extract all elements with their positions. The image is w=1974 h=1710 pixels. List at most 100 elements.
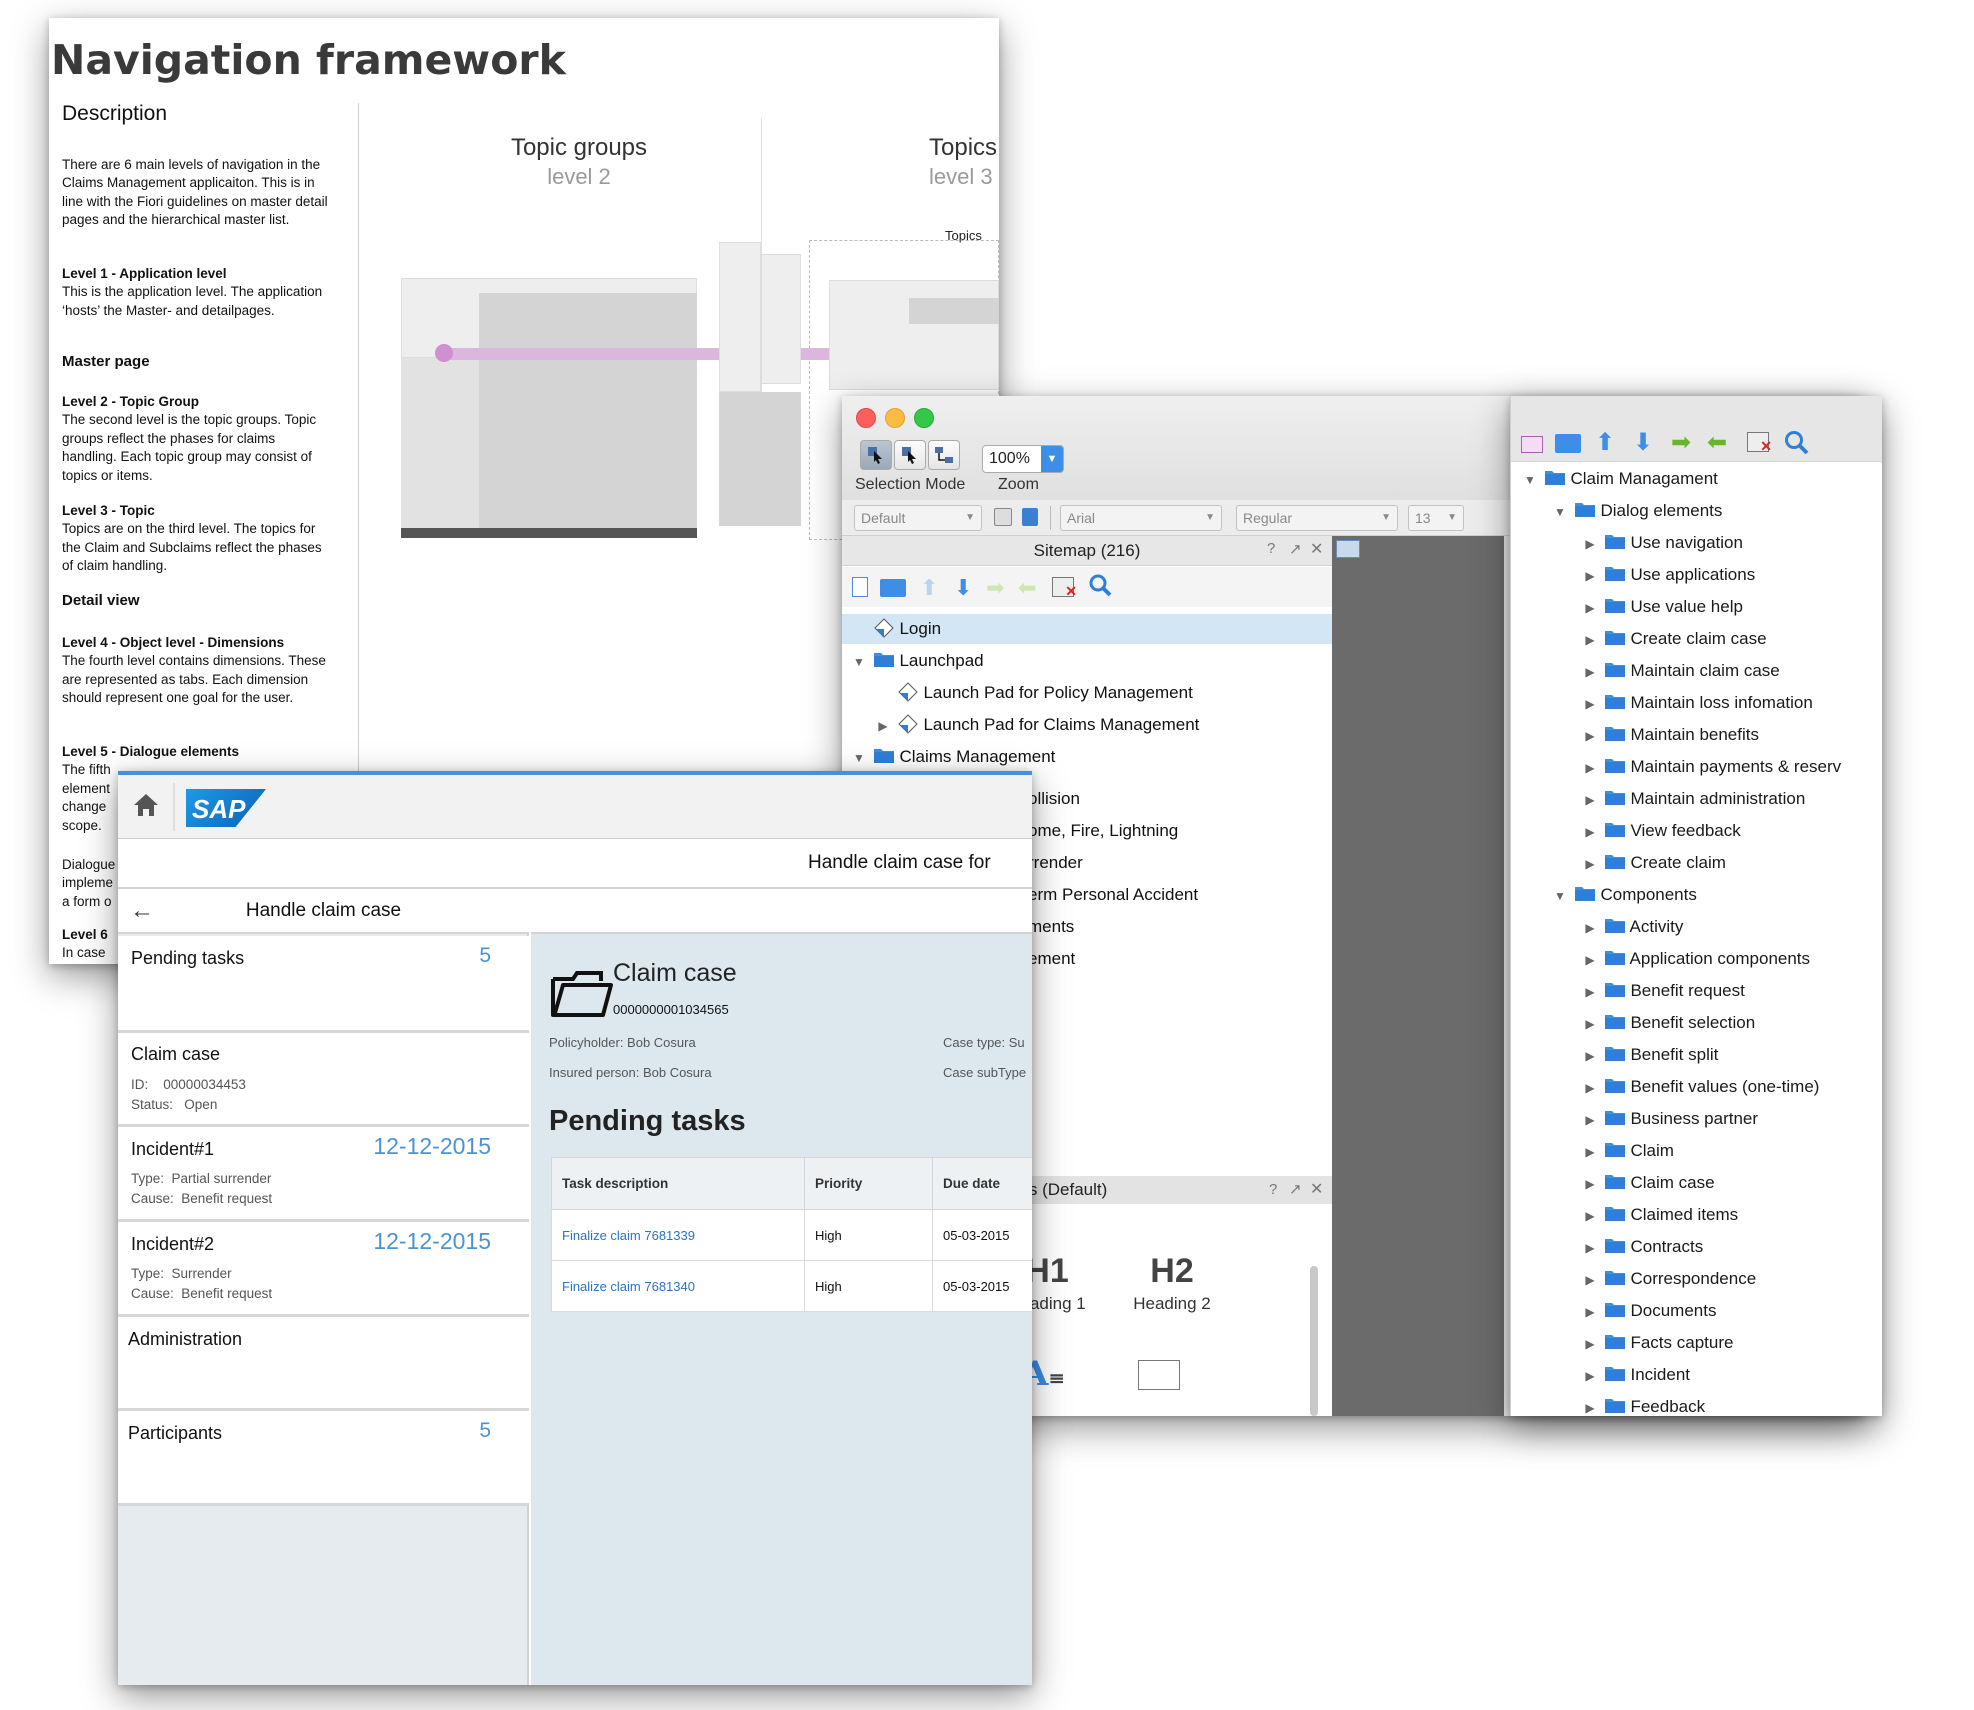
sap-logo[interactable]: SAP bbox=[186, 789, 266, 827]
select-intersected-button[interactable] bbox=[860, 440, 892, 470]
sitemap-item[interactable]: ement bbox=[1028, 944, 1075, 974]
canvas-area[interactable] bbox=[1332, 536, 1504, 1416]
expand-toggle-icon[interactable]: ▶ bbox=[874, 711, 892, 741]
zoom-select[interactable]: 100% ▼ bbox=[982, 445, 1064, 473]
expand-toggle-icon[interactable]: ▶ bbox=[1581, 1361, 1599, 1391]
tree-item[interactable]: ▶ Claimed items bbox=[1581, 1200, 1738, 1230]
sitemap-item[interactable]: ▶ Launch Pad for Claims Management bbox=[842, 710, 1332, 740]
tree-item[interactable]: ▶ Create claim bbox=[1581, 848, 1726, 878]
maximize-window-button[interactable] bbox=[914, 408, 934, 428]
connector-mode-button[interactable] bbox=[928, 440, 960, 470]
column-header[interactable]: Task description bbox=[551, 1157, 805, 1210]
expand-toggle-icon[interactable]: ▼ bbox=[850, 743, 868, 773]
sitemap-item[interactable]: Login bbox=[842, 614, 1332, 644]
expand-toggle-icon[interactable]: ▶ bbox=[1581, 1393, 1599, 1416]
add-folder-icon[interactable] bbox=[1555, 434, 1581, 453]
expand-toggle-icon[interactable]: ▶ bbox=[1581, 817, 1599, 847]
tree-item[interactable]: ▶ Activity bbox=[1581, 912, 1683, 942]
tree-item[interactable]: ▶ Correspondence bbox=[1581, 1264, 1756, 1294]
tree-item[interactable]: ▶ Maintain administration bbox=[1581, 784, 1805, 814]
close-icon[interactable]: ✕ bbox=[1310, 1176, 1323, 1204]
tree-item[interactable]: ▶ Maintain benefits bbox=[1581, 720, 1759, 750]
sitemap-item[interactable]: Launch Pad for Policy Management bbox=[842, 678, 1332, 708]
popout-icon[interactable]: ↗ bbox=[1289, 1176, 1302, 1204]
expand-toggle-icon[interactable]: ▶ bbox=[1581, 657, 1599, 687]
list-item-incident-1[interactable]: Incident#1 12-12-2015 Type: Partial surr… bbox=[118, 1127, 529, 1222]
expand-toggle-icon[interactable]: ▼ bbox=[1551, 881, 1569, 911]
expand-toggle-icon[interactable]: ▶ bbox=[1581, 561, 1599, 591]
scrollbar[interactable] bbox=[1310, 1266, 1318, 1416]
tree-item[interactable]: ▶ Maintain payments & reserv bbox=[1581, 752, 1841, 782]
tree-item[interactable]: ▶ Claim bbox=[1581, 1136, 1674, 1166]
expand-toggle-icon[interactable]: ▼ bbox=[1521, 465, 1539, 495]
expand-toggle-icon[interactable]: ▶ bbox=[1581, 945, 1599, 975]
page-tab-icon[interactable] bbox=[1336, 540, 1360, 558]
add-folder-icon[interactable] bbox=[880, 579, 906, 597]
sitemap-item[interactable]: ▼ Launchpad bbox=[842, 646, 1332, 676]
expand-toggle-icon[interactable]: ▶ bbox=[1581, 1329, 1599, 1359]
tree-item[interactable]: ▶ Use navigation bbox=[1581, 528, 1743, 558]
tree-item[interactable]: ▼ Dialog elements bbox=[1551, 496, 1722, 526]
column-header[interactable]: Due date bbox=[932, 1157, 1032, 1210]
indent-icon[interactable]: ➡ bbox=[986, 575, 1004, 601]
move-up-icon[interactable]: ⬆ bbox=[920, 575, 938, 601]
expand-toggle-icon[interactable]: ▼ bbox=[850, 647, 868, 677]
tree-item[interactable]: ▶ Benefit values (one-time) bbox=[1581, 1072, 1819, 1102]
home-icon[interactable] bbox=[132, 791, 160, 824]
tree-item[interactable]: ▶ Claim case bbox=[1581, 1168, 1714, 1198]
expand-toggle-icon[interactable]: ▶ bbox=[1581, 1041, 1599, 1071]
tree-item[interactable]: ▶ Use applications bbox=[1581, 560, 1755, 590]
select-contained-button[interactable] bbox=[894, 440, 926, 470]
help-icon[interactable]: ? bbox=[1267, 540, 1275, 557]
tree-item[interactable]: ▶ Feedback bbox=[1581, 1392, 1705, 1416]
outdent-icon[interactable]: ⬅ bbox=[1707, 428, 1727, 457]
list-item-claim-case[interactable]: Claim case ID: 00000034453 Status: Open bbox=[118, 1033, 529, 1127]
expand-toggle-icon[interactable]: ▶ bbox=[1581, 913, 1599, 943]
sitemap-item[interactable]: ome, Fire, Lightning bbox=[1028, 816, 1178, 846]
expand-toggle-icon[interactable]: ▶ bbox=[1581, 849, 1599, 879]
list-item-administration[interactable]: Administration bbox=[118, 1317, 529, 1411]
move-down-icon[interactable]: ⬇ bbox=[954, 575, 972, 601]
expand-toggle-icon[interactable]: ▶ bbox=[1581, 529, 1599, 559]
expand-toggle-icon[interactable]: ▼ bbox=[1551, 497, 1569, 527]
move-up-icon[interactable]: ⬆ bbox=[1595, 428, 1615, 457]
add-page-icon[interactable] bbox=[852, 577, 868, 597]
expand-toggle-icon[interactable]: ▶ bbox=[1581, 1265, 1599, 1295]
tree-item[interactable]: ▶ Benefit split bbox=[1581, 1040, 1718, 1070]
move-down-icon[interactable]: ⬇ bbox=[1633, 428, 1653, 457]
tree-item[interactable]: ▶ View feedback bbox=[1581, 816, 1740, 847]
expand-toggle-icon[interactable]: ▶ bbox=[1581, 977, 1599, 1007]
expand-toggle-icon[interactable]: ▶ bbox=[1581, 1233, 1599, 1263]
expand-toggle-icon[interactable]: ▶ bbox=[1581, 1073, 1599, 1103]
paint-icon[interactable] bbox=[1022, 508, 1038, 526]
indent-icon[interactable]: ➡ bbox=[1671, 428, 1691, 457]
tree-item[interactable]: ▶ Maintain loss infomation bbox=[1581, 688, 1812, 718]
tree-item[interactable]: ▶ Application components bbox=[1581, 944, 1810, 974]
font-family-dropdown[interactable]: Arial ▼ bbox=[1060, 505, 1222, 531]
delete-icon[interactable]: ✕ bbox=[1747, 432, 1772, 454]
sitemap-item[interactable]: ▼ Claims Management bbox=[842, 742, 1332, 772]
help-icon[interactable]: ? bbox=[1269, 1176, 1277, 1204]
column-header[interactable]: Priority bbox=[804, 1157, 933, 1210]
tree-item[interactable]: ▼ Components bbox=[1551, 880, 1697, 910]
tree-item[interactable]: ▶ Use value help bbox=[1581, 592, 1743, 622]
tree-item[interactable]: ▶ Business partner bbox=[1581, 1104, 1758, 1134]
tree-item[interactable]: ▶ Maintain claim case bbox=[1581, 656, 1779, 687]
outdent-icon[interactable]: ⬅ bbox=[1018, 575, 1036, 601]
expand-toggle-icon[interactable]: ▶ bbox=[1581, 1105, 1599, 1135]
tree-item[interactable]: ▶ Benefit selection bbox=[1581, 1008, 1755, 1038]
expand-toggle-icon[interactable]: ▶ bbox=[1581, 1009, 1599, 1039]
font-size-dropdown[interactable]: 13 ▼ bbox=[1408, 505, 1464, 531]
sitemap-item[interactable]: rrender bbox=[1028, 848, 1083, 878]
expand-toggle-icon[interactable]: ▶ bbox=[1581, 1137, 1599, 1167]
sitemap-item[interactable]: ments bbox=[1028, 912, 1074, 942]
expand-toggle-icon[interactable]: ▶ bbox=[1581, 753, 1599, 783]
list-item-participants[interactable]: Participants 5 bbox=[118, 1411, 529, 1506]
task-link[interactable]: Finalize claim 7681340 bbox=[551, 1260, 805, 1312]
tree-item[interactable]: ▶ Documents bbox=[1581, 1296, 1716, 1326]
tree-item[interactable]: ▶ Create claim case bbox=[1581, 624, 1766, 654]
expand-toggle-icon[interactable]: ▶ bbox=[1581, 1201, 1599, 1231]
sitemap-item[interactable]: erm Personal Accident bbox=[1028, 880, 1198, 910]
popout-icon[interactable]: ↗ bbox=[1289, 540, 1302, 558]
list-item-pending-tasks[interactable]: Pending tasks 5 bbox=[118, 936, 529, 1033]
